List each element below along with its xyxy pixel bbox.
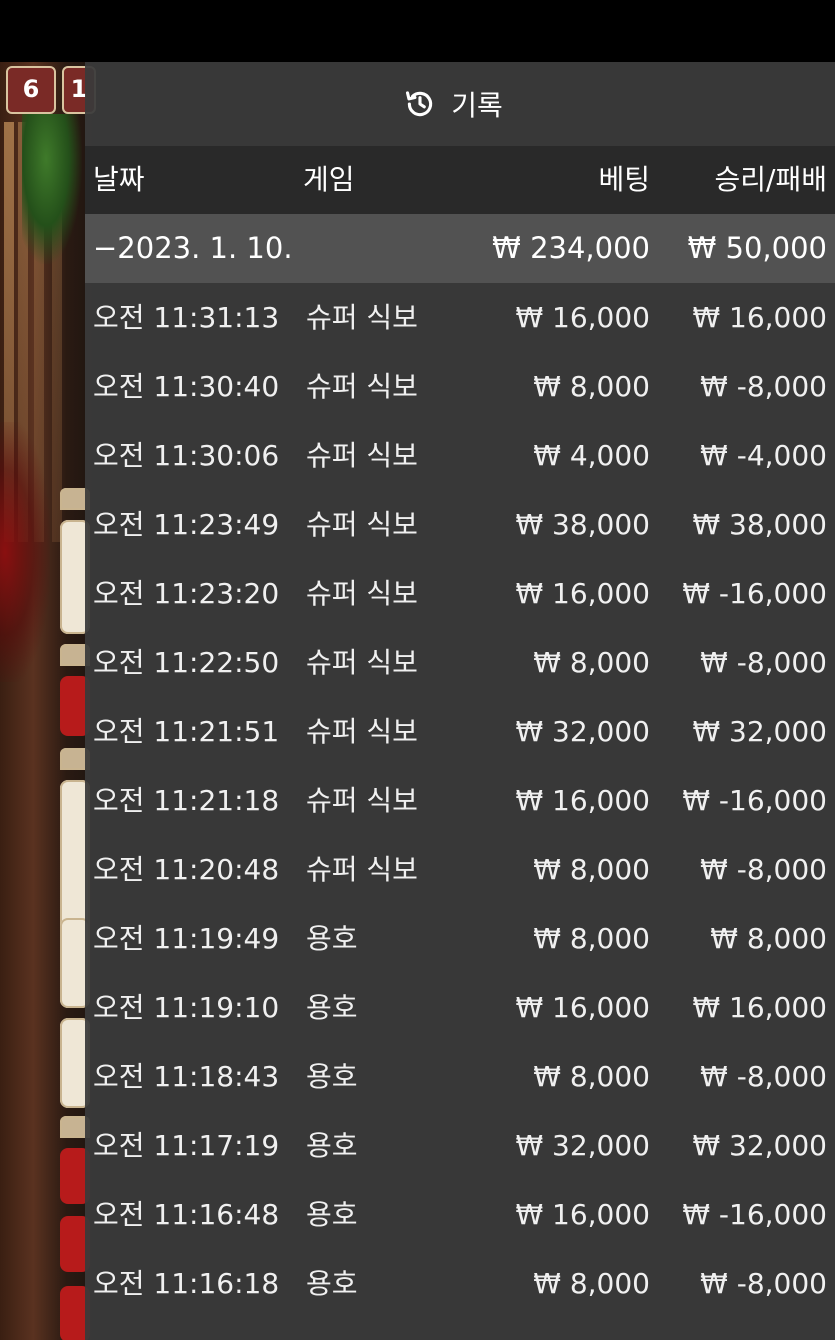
row-game: 용호 — [306, 1060, 358, 1093]
row-time: 오전 11:30:40 — [93, 370, 280, 403]
row-game: 용호 — [306, 922, 358, 955]
date-group-label: −2023. 1. 10. — [93, 231, 293, 265]
row-time: 오전 11:18:43 — [93, 1060, 280, 1093]
history-row[interactable]: 오전 11:19:49 용호 ₩ 8,000 ₩ 8,000 — [85, 904, 835, 973]
history-row[interactable]: 오전 11:23:20 슈퍼 식보 ₩ 16,000 ₩ -16,000 — [85, 559, 835, 628]
date-group-total-result: ₩ 50,000 — [687, 231, 827, 265]
row-game: 슈퍼 식보 — [306, 715, 418, 748]
column-header-game[interactable]: 게임 — [303, 146, 355, 214]
column-header-bet[interactable]: 베팅 — [598, 146, 650, 214]
row-time: 오전 11:21:51 — [93, 715, 280, 748]
history-row[interactable]: 오전 11:19:10 용호 ₩ 16,000 ₩ 16,000 — [85, 973, 835, 1042]
history-row[interactable]: 오전 11:20:48 슈퍼 식보 ₩ 8,000 ₩ -8,000 — [85, 835, 835, 904]
row-time: 오전 11:23:20 — [93, 577, 280, 610]
history-row[interactable]: 오전 11:31:13 슈퍼 식보 ₩ 16,000 ₩ 16,000 — [85, 283, 835, 352]
history-row[interactable]: 오전 11:23:49 슈퍼 식보 ₩ 38,000 ₩ 38,000 — [85, 490, 835, 559]
row-bet: ₩ 8,000 — [533, 922, 650, 955]
row-bet: ₩ 16,000 — [515, 991, 650, 1024]
row-bet: ₩ 8,000 — [533, 853, 650, 886]
row-bet: ₩ 8,000 — [533, 1267, 650, 1300]
row-result: ₩ 8,000 — [710, 922, 827, 955]
row-game: 슈퍼 식보 — [306, 577, 418, 610]
row-time: 오전 11:19:10 — [93, 991, 280, 1024]
row-game: 슈퍼 식보 — [306, 646, 418, 679]
row-bet: ₩ 38,000 — [515, 508, 650, 541]
row-bet: ₩ 16,000 — [515, 301, 650, 334]
row-result: ₩ -8,000 — [700, 370, 827, 403]
row-result: ₩ 16,000 — [692, 991, 827, 1024]
status-bar — [0, 0, 835, 62]
row-time: 오전 11:30:06 — [93, 439, 280, 472]
row-time: 오전 11:20:48 — [93, 853, 280, 886]
history-row[interactable]: 오전 11:22:50 슈퍼 식보 ₩ 8,000 ₩ -8,000 — [85, 628, 835, 697]
history-icon — [406, 91, 433, 117]
row-result: ₩ -16,000 — [682, 1198, 827, 1231]
row-result: ₩ 32,000 — [692, 1129, 827, 1162]
row-game: 슈퍼 식보 — [306, 508, 418, 541]
row-game: 용호 — [306, 991, 358, 1024]
row-time: 오전 11:16:48 — [93, 1198, 280, 1231]
round-badge: 6 — [6, 66, 56, 114]
column-headers: 날짜 게임 베팅 승리/패배 — [85, 146, 835, 214]
row-result: ₩ 16,000 — [692, 301, 827, 334]
row-time: 오전 11:21:18 — [93, 784, 280, 817]
row-bet: ₩ 8,000 — [533, 1060, 650, 1093]
history-list: 오전 11:31:13 슈퍼 식보 ₩ 16,000 ₩ 16,000 오전 11:30… — [85, 283, 835, 1318]
row-bet: ₩ 8,000 — [533, 646, 650, 679]
history-row[interactable]: 오전 11:16:18 용호 ₩ 8,000 ₩ -8,000 — [85, 1249, 835, 1318]
panel-title: 기록 — [451, 89, 503, 122]
row-game: 슈퍼 식보 — [306, 370, 418, 403]
date-group-row[interactable]: −2023. 1. 10. ₩ 234,000 ₩ 50,000 — [85, 214, 835, 283]
row-result: ₩ 32,000 — [692, 715, 827, 748]
row-bet: ₩ 32,000 — [515, 715, 650, 748]
row-game: 용호 — [306, 1198, 358, 1231]
row-bet: ₩ 32,000 — [515, 1129, 650, 1162]
row-time: 오전 11:17:19 — [93, 1129, 280, 1162]
row-result: ₩ 38,000 — [692, 508, 827, 541]
history-row[interactable]: 오전 11:21:18 슈퍼 식보 ₩ 16,000 ₩ -16,000 — [85, 766, 835, 835]
row-bet: ₩ 16,000 — [515, 577, 650, 610]
row-result: ₩ -16,000 — [682, 577, 827, 610]
row-game: 용호 — [306, 1267, 358, 1300]
row-bet: ₩ 4,000 — [533, 439, 650, 472]
history-panel: 기록 날짜 게임 베팅 승리/패배 −2023. 1. 10. ₩ 234,00… — [85, 62, 835, 1340]
row-bet: ₩ 16,000 — [515, 1198, 650, 1231]
column-header-date[interactable]: 날짜 — [93, 146, 145, 214]
row-game: 슈퍼 식보 — [306, 301, 418, 334]
row-time: 오전 11:16:18 — [93, 1267, 280, 1300]
row-game: 슈퍼 식보 — [306, 784, 418, 817]
row-game: 슈퍼 식보 — [306, 439, 418, 472]
plant-decoration — [22, 114, 82, 264]
row-game: 용호 — [306, 1129, 358, 1162]
row-result: ₩ -4,000 — [700, 439, 827, 472]
date-group-total-bet: ₩ 234,000 — [492, 231, 650, 265]
panel-header: 기록 — [85, 62, 835, 146]
light-glow — [0, 422, 50, 682]
row-bet: ₩ 8,000 — [533, 370, 650, 403]
history-row[interactable]: 오전 11:17:19 용호 ₩ 32,000 ₩ 32,000 — [85, 1111, 835, 1180]
row-time: 오전 11:22:50 — [93, 646, 280, 679]
history-row[interactable]: 오전 11:18:43 용호 ₩ 8,000 ₩ -8,000 — [85, 1042, 835, 1111]
row-time: 오전 11:31:13 — [93, 301, 280, 334]
row-bet: ₩ 16,000 — [515, 784, 650, 817]
history-row[interactable]: 오전 11:30:06 슈퍼 식보 ₩ 4,000 ₩ -4,000 — [85, 421, 835, 490]
column-header-result[interactable]: 승리/패배 — [715, 146, 827, 214]
row-game: 슈퍼 식보 — [306, 853, 418, 886]
row-result: ₩ -8,000 — [700, 1267, 827, 1300]
history-row[interactable]: 오전 11:30:40 슈퍼 식보 ₩ 8,000 ₩ -8,000 — [85, 352, 835, 421]
row-result: ₩ -16,000 — [682, 784, 827, 817]
row-time: 오전 11:19:49 — [93, 922, 280, 955]
history-row[interactable]: 오전 11:16:48 용호 ₩ 16,000 ₩ -16,000 — [85, 1180, 835, 1249]
row-time: 오전 11:23:49 — [93, 508, 280, 541]
row-result: ₩ -8,000 — [700, 853, 827, 886]
history-row[interactable]: 오전 11:21:51 슈퍼 식보 ₩ 32,000 ₩ 32,000 — [85, 697, 835, 766]
row-result: ₩ -8,000 — [700, 646, 827, 679]
row-result: ₩ -8,000 — [700, 1060, 827, 1093]
